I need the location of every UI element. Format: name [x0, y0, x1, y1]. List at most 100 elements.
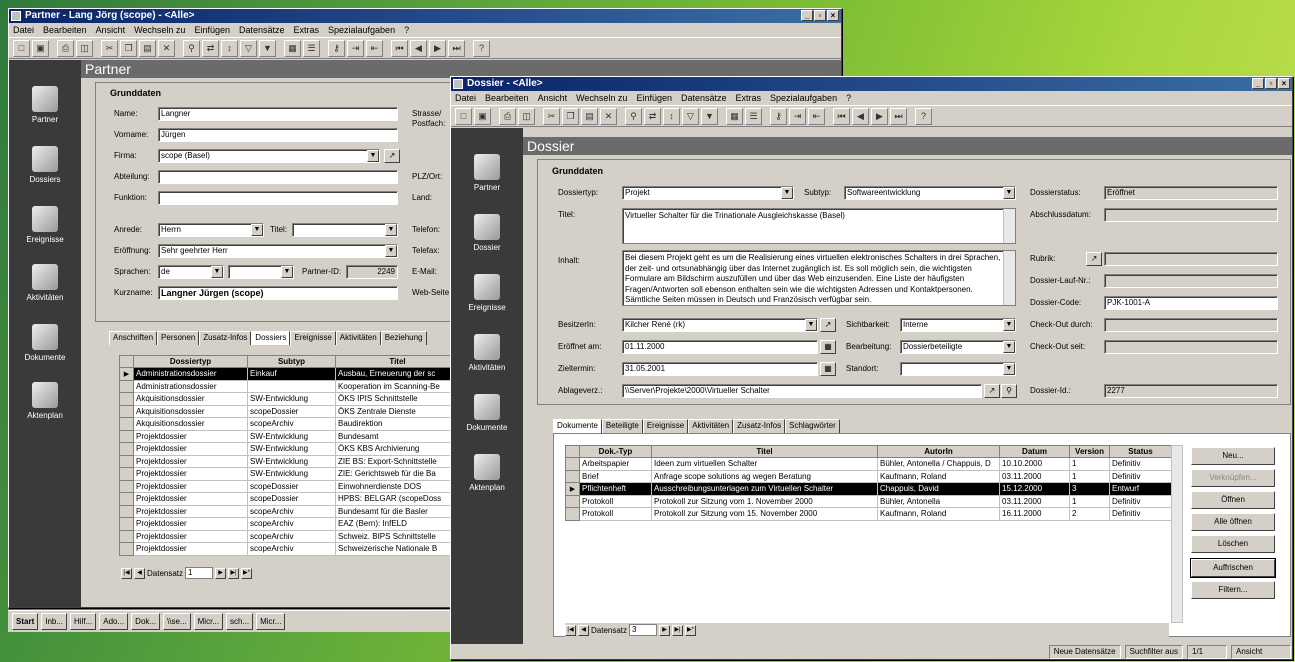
filter-apply-icon[interactable]: ▼	[259, 39, 276, 57]
menu-extras[interactable]: Extras	[294, 23, 320, 37]
sidebar-item-aktenplan[interactable]: Aktenplan	[9, 382, 81, 420]
taskbar-item[interactable]: \\se...	[163, 613, 191, 630]
replace-icon[interactable]: ⇄	[644, 107, 661, 125]
record-number[interactable]: 3	[629, 624, 658, 636]
kurzname-field[interactable]: Langner Jürgen (scope)	[158, 286, 398, 300]
dossiertyp-select[interactable]: Projekt ▼	[622, 186, 794, 200]
dossier-titlebar[interactable]: Dossier - <Alle> _ ▫ ×	[451, 77, 1292, 91]
menu-wechseln[interactable]: Wechseln zu	[576, 91, 627, 105]
row-selector[interactable]	[119, 517, 134, 531]
oeffnen-button[interactable]: Öffnen	[1191, 491, 1275, 509]
verknuepfen-button[interactable]: Verknüpfen...	[1191, 469, 1275, 487]
tab-zusatzinfos[interactable]: Zusatz-Infos	[199, 331, 252, 345]
zieltermin-field[interactable]: 31.05.2001	[622, 362, 818, 376]
paste-icon[interactable]: ▤	[581, 107, 598, 125]
standort-select[interactable]: ▼	[900, 362, 1016, 376]
chevron-down-icon[interactable]: ▼	[385, 224, 397, 236]
chevron-down-icon[interactable]: ▼	[1003, 319, 1015, 331]
list-view-icon[interactable]: ☰	[745, 107, 762, 125]
preview-icon[interactable]: ◫	[76, 39, 93, 57]
row-selector[interactable]	[565, 507, 580, 521]
firma-select[interactable]: scope (Basel) ▼	[158, 149, 380, 163]
table-row[interactable]: Projektdossier scopeArchiv Bundesamt für d…	[119, 504, 460, 518]
row-selector[interactable]	[119, 454, 134, 468]
delete-icon[interactable]: ✕	[600, 107, 617, 125]
menu-einfuegen[interactable]: Einfügen	[194, 23, 230, 37]
taskbar-item[interactable]: Dok...	[131, 613, 161, 630]
column-header[interactable]: Datum	[999, 445, 1070, 458]
folder-open-icon[interactable]: ↗	[984, 384, 1000, 398]
sidebar-item-dossiers[interactable]: Dossiers	[9, 146, 81, 184]
table-row[interactable]: Projektdossier scopeDossier Einwohnerdiens…	[119, 479, 460, 493]
sidebar-item-ereignisse[interactable]: Ereignisse	[9, 206, 81, 244]
row-selector[interactable]: ▶	[119, 367, 134, 381]
filter-apply-icon[interactable]: ▼	[701, 107, 718, 125]
form-view-icon[interactable]: ▦	[726, 107, 743, 125]
table-row[interactable]: Projektdossier SW-Entwicklung ZIE BS: Expo…	[119, 454, 460, 468]
tab-anschriften[interactable]: Anschriften	[109, 331, 158, 345]
save-icon[interactable]: ▣	[474, 107, 491, 125]
chevron-down-icon[interactable]: ▼	[281, 266, 293, 278]
maximize-button[interactable]: ▫	[814, 10, 826, 21]
sidebar-item-aktivitaeten[interactable]: Aktivitäten	[9, 264, 81, 302]
minimize-button[interactable]: _	[1252, 78, 1264, 89]
menu-bearbeiten[interactable]: Bearbeiten	[485, 91, 529, 105]
copy-icon[interactable]: ❐	[562, 107, 579, 125]
new-record-icon[interactable]: ▶*	[685, 624, 697, 636]
partner-titlebar[interactable]: Partner - Lang Jörg (scope) - <Alle> _ ▫…	[9, 9, 841, 23]
sort-icon[interactable]: ↕	[663, 107, 680, 125]
maximize-button[interactable]: ▫	[1265, 78, 1277, 89]
abteilung-field[interactable]	[158, 170, 398, 184]
table-row[interactable]: Projektdossier scopeDossier HPBS: BELGAR (…	[119, 492, 460, 506]
row-selector[interactable]: ▶	[565, 482, 580, 496]
tab-personen[interactable]: Personen	[157, 331, 200, 345]
taskbar-item[interactable]: Micr...	[193, 613, 223, 630]
menu-spezial[interactable]: Spezialaufgaben	[770, 91, 837, 105]
row-selector[interactable]	[119, 529, 134, 543]
paste-icon[interactable]: ▤	[139, 39, 156, 57]
first-record-icon[interactable]: ⏮	[833, 107, 850, 125]
table-row[interactable]: Projektdossier SW-Entwicklung ÖKS KBS Arch…	[119, 442, 460, 456]
replace-icon[interactable]: ⇄	[202, 39, 219, 57]
menu-extras[interactable]: Extras	[736, 91, 762, 105]
inhalt-field[interactable]: Bei diesem Projekt geht es um die Realis…	[622, 250, 1016, 306]
rubrik-open-icon[interactable]: ↗	[1086, 252, 1102, 266]
table-row[interactable]: Akquisitionsdossier scopeArchiv Baudirekti…	[119, 417, 460, 431]
new-icon[interactable]: □	[13, 39, 30, 57]
table-row[interactable]: Administrationsdossier Kooperation im Sca…	[119, 379, 460, 393]
column-header[interactable]: Titel	[335, 355, 460, 368]
print-icon[interactable]: ⎙	[499, 107, 516, 125]
row-selector[interactable]	[119, 442, 134, 456]
sidebar-item-dokumente[interactable]: Dokumente	[451, 394, 523, 432]
row-selector[interactable]	[119, 542, 134, 556]
tab-dokumente[interactable]: Dokumente	[553, 419, 602, 433]
calendar-icon[interactable]: ▦	[820, 362, 836, 376]
vorname-field[interactable]: Jürgen	[158, 128, 398, 142]
table-row[interactable]: ▶ Administrationsdossier Einkauf Ausbau, Er…	[119, 367, 460, 381]
chevron-down-icon[interactable]: ▼	[781, 187, 793, 199]
help-icon[interactable]: ?	[915, 107, 932, 125]
alle-oeffnen-button[interactable]: Alle öffnen	[1191, 513, 1275, 531]
sichtbarkeit-select[interactable]: Interne ▼	[900, 318, 1016, 332]
key-icon[interactable]: ⚷	[328, 39, 345, 57]
table-row[interactable]: Projektdossier scopeArchiv EAZ (Bern): Inf…	[119, 517, 460, 531]
menu-datensaetze[interactable]: Datensätze	[681, 91, 727, 105]
menu-ansicht[interactable]: Ansicht	[538, 91, 568, 105]
chevron-down-icon[interactable]: ▼	[367, 150, 379, 162]
taskbar-item[interactable]: Micr...	[256, 613, 286, 630]
column-header[interactable]: Dok.-Typ	[579, 445, 652, 458]
menu-ansicht[interactable]: Ansicht	[96, 23, 126, 37]
filtern-button[interactable]: Filtern...	[1191, 581, 1275, 599]
tab-schlagwoerter[interactable]: Schlagwörter	[785, 419, 840, 433]
menu-bearbeiten[interactable]: Bearbeiten	[43, 23, 87, 37]
help-icon[interactable]: ?	[473, 39, 490, 57]
menu-datensaetze[interactable]: Datensätze	[239, 23, 285, 37]
last-record-icon[interactable]: ▶|	[228, 567, 240, 579]
sidebar-item-ereignisse[interactable]: Ereignisse	[451, 274, 523, 312]
menu-wechseln[interactable]: Wechseln zu	[134, 23, 185, 37]
row-selector[interactable]	[119, 417, 134, 431]
chevron-down-icon[interactable]: ▼	[211, 266, 223, 278]
first-record-icon[interactable]: |◀	[121, 567, 132, 579]
find-icon[interactable]: ⚲	[625, 107, 642, 125]
last-record-icon[interactable]: ▶|	[672, 624, 684, 636]
